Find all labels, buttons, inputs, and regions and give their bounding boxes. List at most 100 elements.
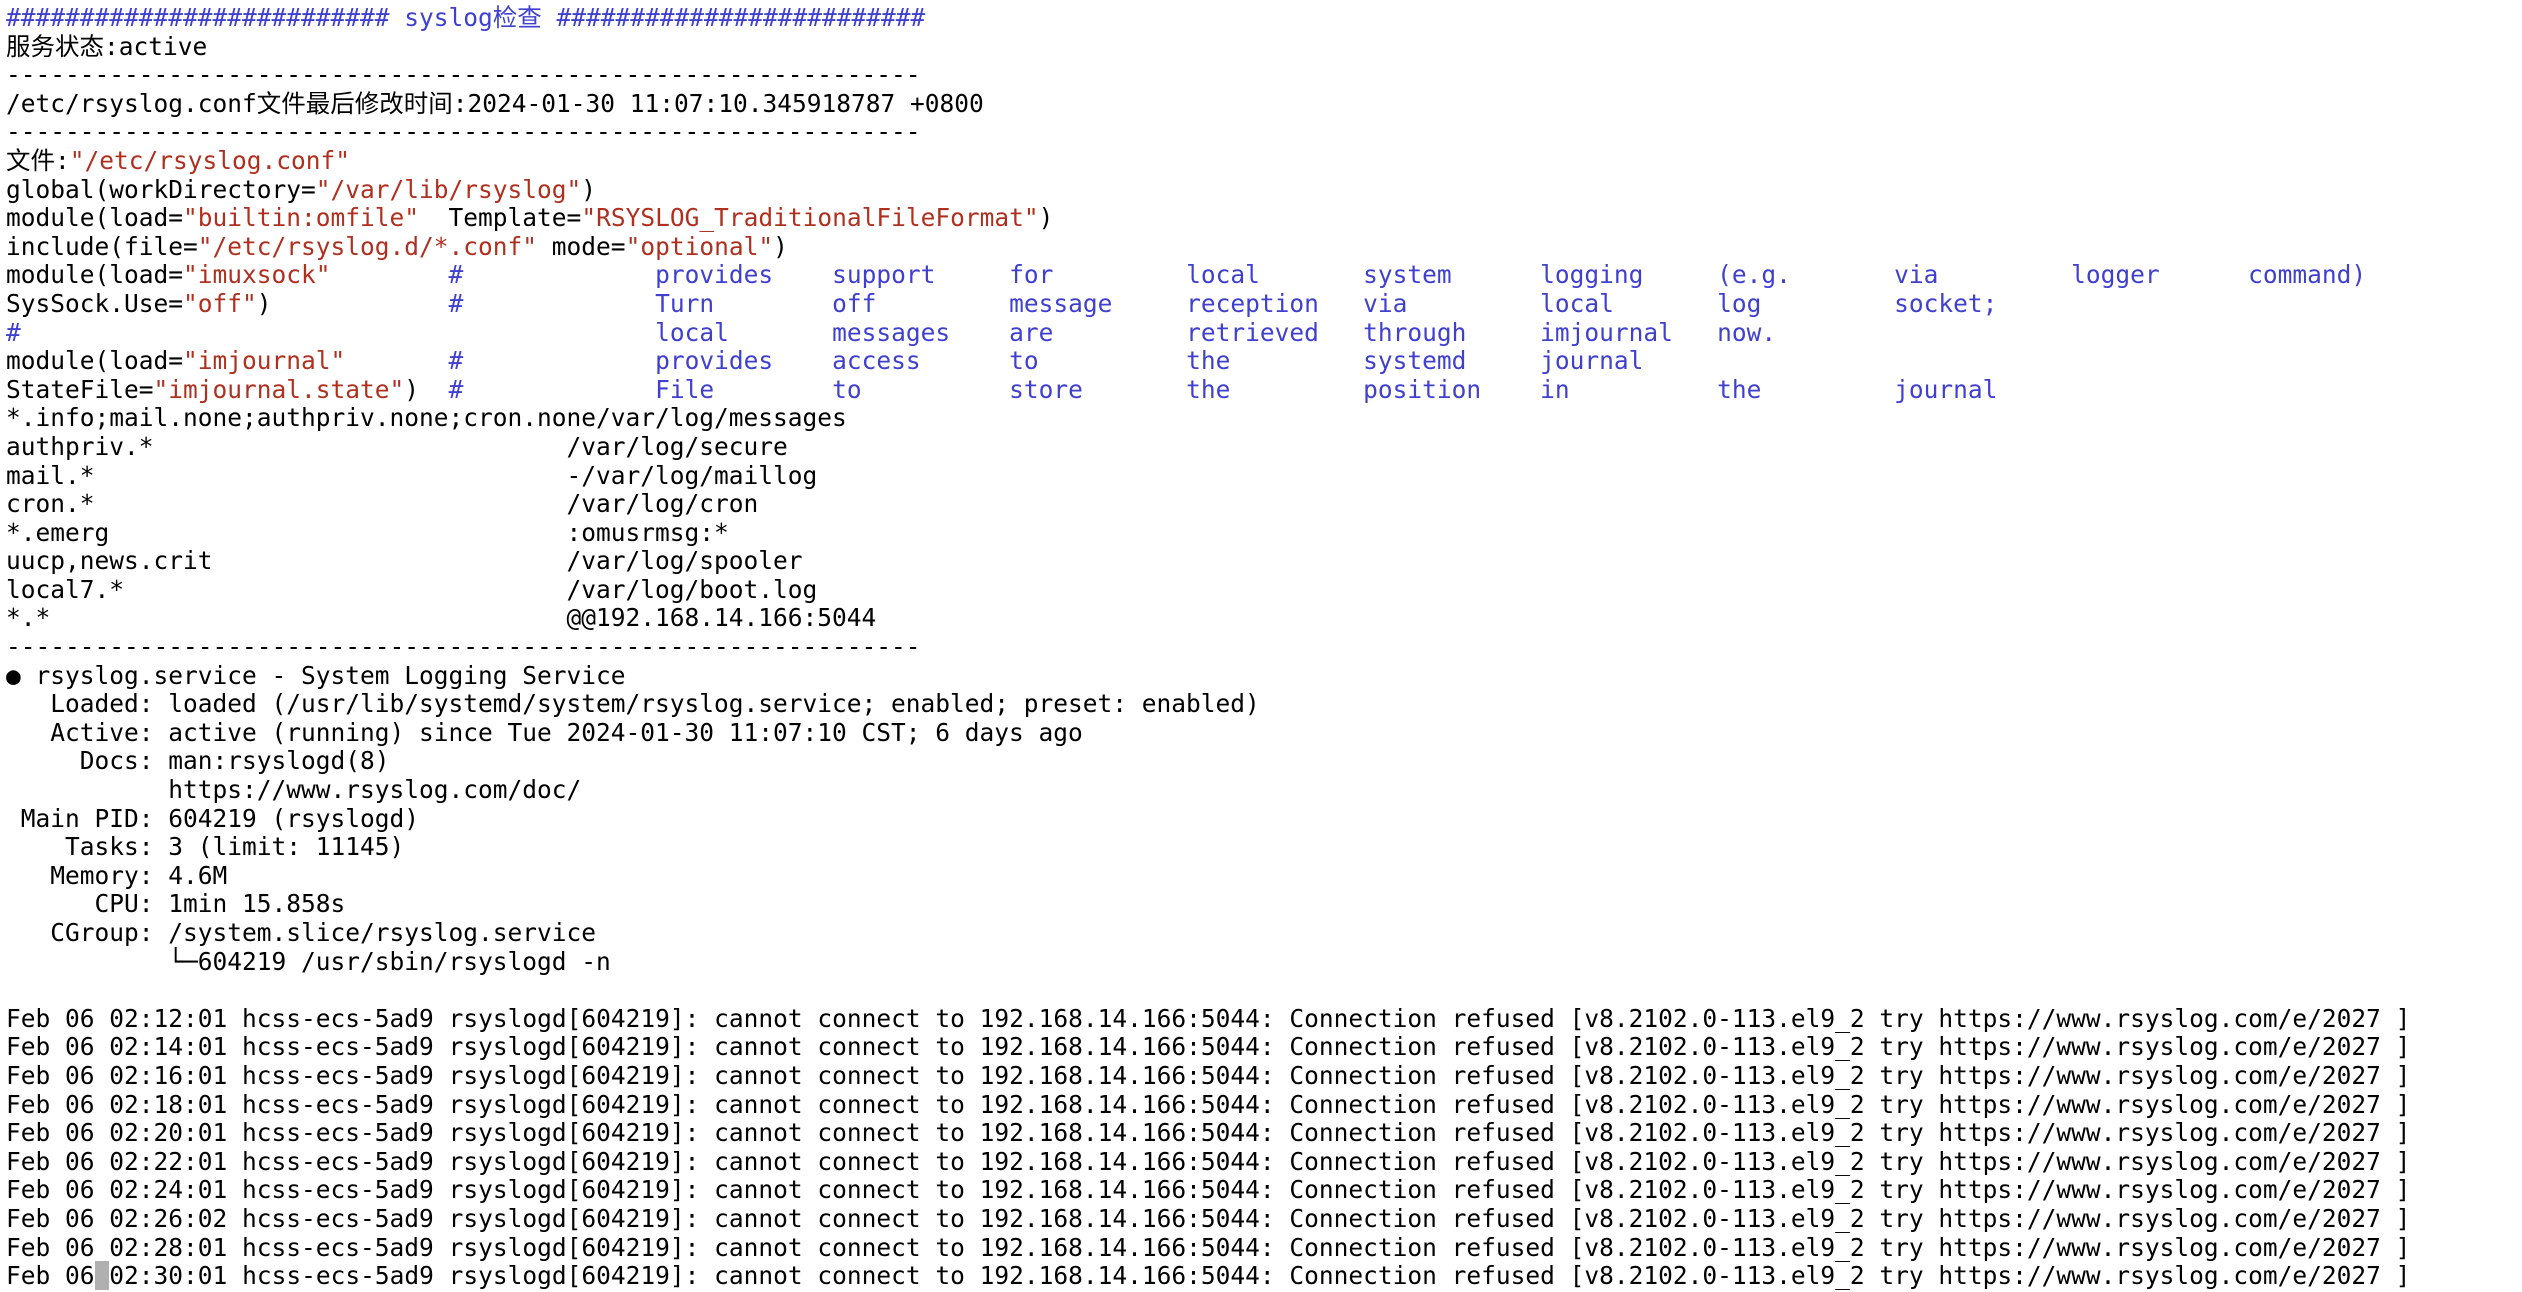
config-key: module(load= bbox=[6, 346, 184, 376]
log-sep bbox=[227, 1061, 242, 1090]
config-gap bbox=[419, 203, 449, 232]
comment-gap bbox=[21, 318, 449, 347]
log-host: hcss-ecs-5ad9 bbox=[242, 1060, 434, 1090]
comment-hash: # bbox=[448, 374, 464, 404]
log-sep bbox=[227, 1204, 242, 1233]
terminal-output[interactable]: ########################## syslog检查 ####… bbox=[0, 0, 2522, 1292]
status-value: └─604219 /usr/sbin/rsyslogd -n bbox=[168, 946, 611, 976]
log-timestamp: Feb 06 02:14:01 bbox=[6, 1032, 228, 1062]
config-key: module(load= bbox=[6, 260, 184, 290]
status-bullet-icon: ● bbox=[6, 660, 36, 690]
rule-selector: authpriv.* bbox=[6, 431, 567, 461]
rule-target: /var/log/spooler bbox=[566, 546, 803, 576]
log-process: rsyslogd[604219]: bbox=[448, 1003, 715, 1033]
log-message: cannot connect to 192.168.14.166:5044: C… bbox=[714, 1203, 2411, 1233]
log-line: Feb 06 02:24:01 hcss-ecs-5ad9 rsyslogd[6… bbox=[6, 1176, 2522, 1205]
file-label: 文件: bbox=[6, 145, 70, 175]
rule-target: @@192.168.14.166:5044 bbox=[566, 603, 877, 633]
log-line: Feb 06 02:18:01 hcss-ecs-5ad9 rsyslogd[6… bbox=[6, 1089, 2522, 1120]
comment-line: module(load="imjournal" # provides acces… bbox=[6, 346, 2522, 376]
status-row: Memory: 4.6M bbox=[6, 860, 2522, 891]
unit-title-line: ● rsyslog.service - System Logging Servi… bbox=[6, 660, 2522, 691]
log-process: rsyslogd[604219]: bbox=[448, 1175, 715, 1205]
status-row: Active: active (running) since Tue 2024-… bbox=[6, 718, 2522, 748]
log-sep bbox=[227, 1147, 242, 1176]
status-label: CGroup: bbox=[6, 918, 169, 947]
log-line: Feb 06 02:22:01 hcss-ecs-5ad9 rsyslogd[6… bbox=[6, 1147, 2522, 1177]
config-gap bbox=[537, 232, 552, 261]
config-key-right: Template= bbox=[448, 203, 582, 233]
config-value: "/var/lib/rsyslog" bbox=[315, 174, 582, 204]
log-sep2 bbox=[434, 1004, 449, 1033]
log-timestamp: Feb 06 02:12:01 bbox=[6, 1003, 228, 1033]
separator-bottom: ----------------------------------------… bbox=[6, 118, 2522, 147]
rule-selector: *.* bbox=[6, 603, 567, 633]
rule-line: local7.* /var/log/boot.log bbox=[6, 574, 2522, 605]
log-timestamp: Feb 06 02:20:01 bbox=[6, 1118, 228, 1148]
log-sep2 bbox=[434, 1204, 449, 1233]
rule-selector: uucp,news.crit bbox=[6, 546, 567, 576]
comment-words: Turn off message reception via local log… bbox=[655, 288, 1998, 318]
comment-line: StateFile="imjournal.state") # File to s… bbox=[6, 374, 2522, 405]
log-sep bbox=[227, 1233, 242, 1262]
status-row: Tasks: 3 (limit: 11145) bbox=[6, 832, 2522, 862]
log-process: rsyslogd[604219]: bbox=[448, 1032, 715, 1062]
log-host: hcss-ecs-5ad9 bbox=[242, 1118, 434, 1148]
comment-line: SysSock.Use="off") # Turn off message re… bbox=[6, 288, 2522, 319]
comment-words: provides support for local system loggin… bbox=[655, 260, 2367, 290]
log-message: cannot connect to 192.168.14.166:5044: C… bbox=[714, 1175, 2411, 1205]
log-line: Feb 06 02:30:01 hcss-ecs-5ad9 rsyslogd[6… bbox=[6, 1261, 2522, 1291]
status-label bbox=[6, 947, 168, 976]
log-message: cannot connect to 192.168.14.166:5044: C… bbox=[714, 1089, 2411, 1119]
config-line: module(load="builtin:omfile" Template="R… bbox=[6, 203, 2522, 233]
status-label bbox=[6, 775, 168, 804]
separator-text: ----------------------------------------… bbox=[6, 60, 921, 90]
log-sep bbox=[227, 1032, 242, 1061]
comment-gap bbox=[272, 289, 449, 318]
comment-words: File to store the position in the journa… bbox=[655, 374, 1998, 404]
comment-gap2 bbox=[463, 318, 655, 347]
comment-hash: # bbox=[448, 288, 464, 318]
log-timestamp: Feb 06 02:24:01 bbox=[6, 1175, 228, 1205]
log-timestamp: Feb 06 02:16:01 bbox=[6, 1060, 228, 1090]
status-row: Docs: man:rsyslogd(8) bbox=[6, 747, 2522, 776]
log-line: Feb 06 02:16:01 hcss-ecs-5ad9 rsyslogd[6… bbox=[6, 1060, 2522, 1091]
log-line: Feb 06 02:14:01 hcss-ecs-5ad9 rsyslogd[6… bbox=[6, 1033, 2522, 1062]
log-sep2 bbox=[434, 1118, 449, 1147]
status-label: Docs: bbox=[6, 746, 169, 776]
status-row: CGroup: /system.slice/rsyslog.service bbox=[6, 918, 2522, 948]
rule-target: /var/log/boot.log bbox=[566, 574, 818, 604]
status-value: 604219 (rsyslogd) bbox=[168, 803, 420, 833]
separator-status: ----------------------------------------… bbox=[6, 632, 2522, 662]
header-line: ########################## syslog检查 ####… bbox=[6, 3, 2522, 33]
comment-gap bbox=[331, 260, 449, 289]
status-value: man:rsyslogd(8) bbox=[168, 746, 390, 776]
comment-gap2 bbox=[463, 346, 655, 375]
comment-words: provides access to the systemd journal bbox=[655, 346, 1644, 376]
comment-gap2 bbox=[463, 375, 655, 404]
service-state-line: 服务状态:active bbox=[6, 32, 2522, 62]
log-host: hcss-ecs-5ad9 bbox=[242, 1003, 434, 1033]
comment-gap bbox=[345, 346, 448, 375]
rule-selector: cron.* bbox=[6, 489, 567, 519]
rule-line: authpriv.* /var/log/secure bbox=[6, 431, 2522, 462]
status-value: 4.6M bbox=[168, 860, 228, 890]
log-timestamp: Feb 06 bbox=[6, 1261, 95, 1291]
rule-selector: local7.* bbox=[6, 574, 567, 604]
config-line: global(workDirectory="/var/lib/rsyslog") bbox=[6, 174, 2522, 205]
log-sep bbox=[227, 1261, 242, 1290]
status-value: 3 (limit: 11145) bbox=[168, 832, 405, 862]
unit-title-text: rsyslog.service - System Logging Service bbox=[35, 660, 626, 690]
comment-gap2 bbox=[463, 260, 655, 289]
status-row: Loaded: loaded (/usr/lib/systemd/system/… bbox=[6, 689, 2522, 719]
log-line: Feb 06 02:20:01 hcss-ecs-5ad9 rsyslogd[6… bbox=[6, 1118, 2522, 1148]
config-tail: ) bbox=[581, 174, 597, 204]
log-line: Feb 06 02:12:01 hcss-ecs-5ad9 rsyslogd[6… bbox=[6, 1003, 2522, 1034]
log-sep2 bbox=[434, 1061, 449, 1090]
status-label: Tasks: bbox=[6, 832, 169, 862]
header-hash-right: ######################### bbox=[556, 3, 926, 32]
status-label: CPU: bbox=[6, 889, 169, 919]
mtime-text: /etc/rsyslog.conf文件最后修改时间:2024-01-30 11:… bbox=[6, 88, 984, 118]
log-process: rsyslogd[604219]: bbox=[448, 1089, 715, 1119]
comment-words: local messages are retrieved through imj… bbox=[655, 317, 1777, 347]
